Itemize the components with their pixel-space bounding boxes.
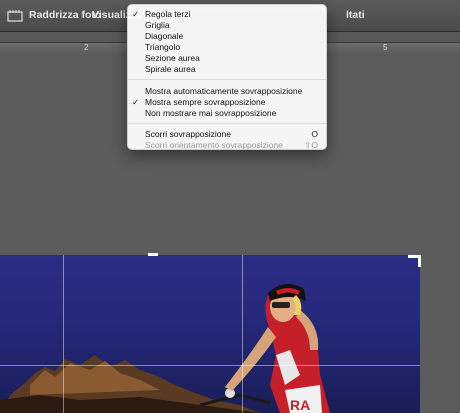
shortcut-label: ⇧O bbox=[304, 140, 318, 150]
ruler-label: 5 bbox=[383, 43, 388, 52]
menu-item-rule-of-thirds[interactable]: Regola terzi bbox=[145, 9, 190, 19]
menu-item-cycle-overlay[interactable]: Scorri sovrapposizione bbox=[145, 129, 231, 139]
thirds-grid-line bbox=[63, 255, 64, 413]
straighten-photo-icon[interactable] bbox=[7, 9, 23, 23]
menu-item-auto-show-overlay[interactable]: Mostra automaticamente sovrapposizione bbox=[145, 86, 302, 96]
checkmark-icon: ✓ bbox=[132, 97, 140, 107]
straighten-photo-button[interactable]: Raddrizza foto bbox=[29, 9, 101, 21]
menu-item-grid[interactable]: Griglia bbox=[145, 20, 170, 30]
menu-item-golden-ratio[interactable]: Sezione aurea bbox=[145, 53, 200, 63]
thirds-grid-line bbox=[0, 365, 420, 366]
menu-separator bbox=[128, 123, 326, 124]
crop-handle-top[interactable] bbox=[148, 253, 158, 256]
menu-item-always-show-overlay[interactable]: Mostra sempre sovrapposizione bbox=[145, 97, 265, 107]
jersey-lettering: RA bbox=[290, 397, 310, 413]
menu-item-cycle-orientation: Scorri orientamento sovrapposizione bbox=[145, 140, 283, 150]
crop-handle-top-right[interactable] bbox=[408, 255, 421, 258]
checkmark-icon: ✓ bbox=[132, 9, 140, 19]
menu-item-triangle[interactable]: Triangolo bbox=[145, 42, 180, 52]
shortcut-label: O bbox=[311, 129, 318, 139]
menu-item-diagonal[interactable]: Diagonale bbox=[145, 31, 183, 41]
menu-separator bbox=[128, 79, 326, 80]
ruler-label: 2 bbox=[84, 43, 89, 52]
menu-item-golden-spiral[interactable]: Spirale aurea bbox=[145, 64, 196, 74]
cyclist-photo[interactable]: RA bbox=[0, 255, 420, 413]
results-label[interactable]: ltati bbox=[346, 9, 365, 21]
thirds-grid-line bbox=[242, 255, 243, 413]
overlay-menu: ✓ Regola terzi Griglia Diagonale Triango… bbox=[127, 4, 327, 150]
menu-item-never-show-overlay[interactable]: Non mostrare mai sovrapposizione bbox=[145, 108, 276, 118]
